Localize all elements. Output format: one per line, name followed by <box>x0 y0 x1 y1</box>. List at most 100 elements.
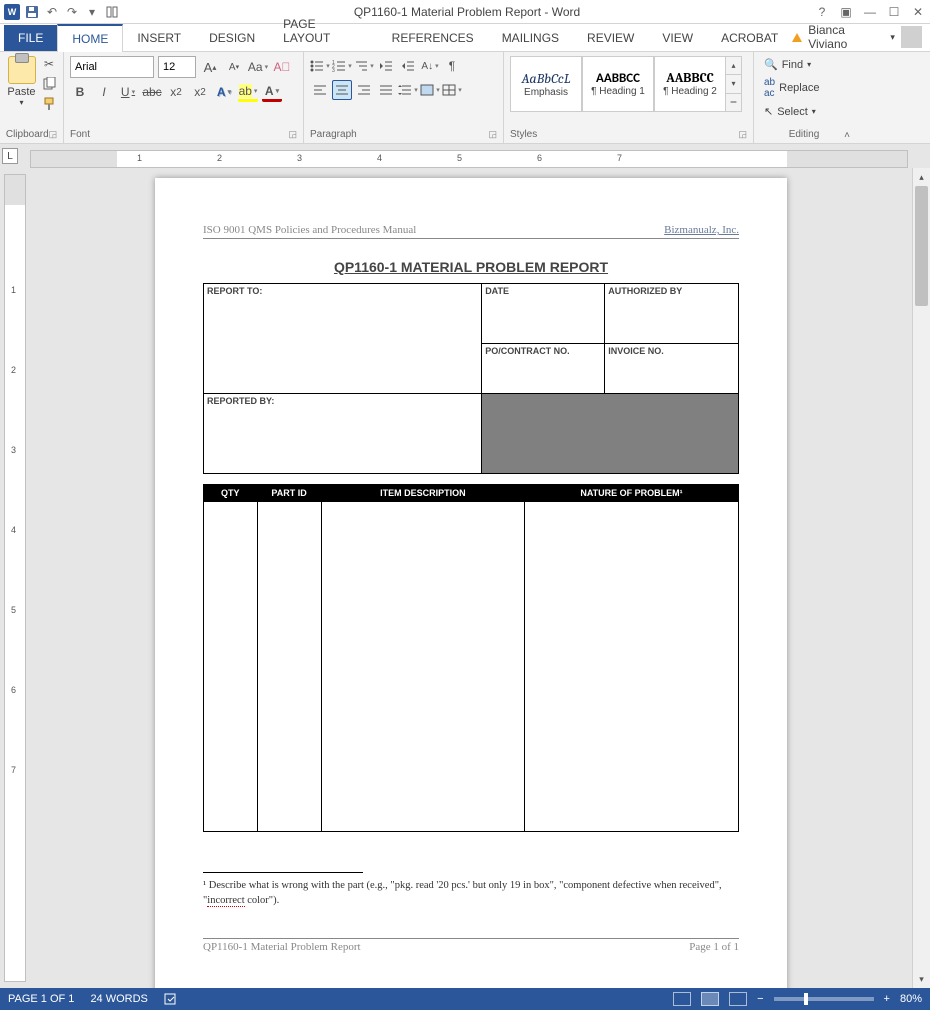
collapse-ribbon-icon[interactable]: ˄ <box>844 130 850 141</box>
style-emphasis[interactable]: AaBbCcL Emphasis <box>510 56 582 112</box>
style-heading1[interactable]: AABBCC ¶ Heading 1 <box>582 56 654 112</box>
bold-button[interactable]: B <box>70 82 90 102</box>
footnote: ¹ Describe what is wrong with the part (… <box>203 879 739 908</box>
horizontal-ruler[interactable]: 1 2 3 4 5 6 7 <box>30 150 908 168</box>
shaded-cell <box>482 394 739 474</box>
view-print-icon[interactable] <box>701 992 719 1006</box>
replace-button[interactable]: abacReplace <box>760 75 848 101</box>
status-words[interactable]: 24 WORDS <box>90 993 147 1005</box>
tab-selector[interactable]: L <box>2 148 18 164</box>
vertical-scrollbar[interactable]: ▴ ▾ <box>912 168 930 988</box>
grow-font-icon[interactable]: A▴ <box>200 57 220 77</box>
subscript-button[interactable]: x2 <box>166 82 186 102</box>
list-table: QTY PART ID ITEM DESCRIPTION NATURE OF P… <box>203 484 739 832</box>
help-icon[interactable]: ? <box>814 4 830 20</box>
group-editing: 🔍Find▾ abacReplace ↖Select▾ Editing ˄ <box>754 52 854 143</box>
tab-file[interactable]: FILE <box>4 25 57 51</box>
ribbon-display-icon[interactable]: ▣ <box>838 4 854 20</box>
tab-review[interactable]: REVIEW <box>573 25 648 51</box>
tab-design[interactable]: DESIGN <box>195 25 269 51</box>
tab-mailings[interactable]: MAILINGS <box>488 25 573 51</box>
scroll-up-icon[interactable]: ▴ <box>913 168 930 186</box>
tab-home[interactable]: HOME <box>57 24 123 52</box>
styles-gallery-arrows[interactable]: ▴▾＝ <box>726 56 742 112</box>
page[interactable]: ISO 9001 QMS Policies and Procedures Man… <box>155 178 787 988</box>
indent-decrease-icon[interactable] <box>376 56 396 76</box>
proofing-icon[interactable] <box>164 992 180 1006</box>
paragraph-dialog-icon[interactable]: ◲ <box>488 129 497 140</box>
tab-references[interactable]: REFERENCES <box>378 25 488 51</box>
indent-increase-icon[interactable] <box>398 56 418 76</box>
group-paragraph: 123 A↓ ¶ Paragraph◲ <box>304 52 504 143</box>
word-app-icon: W <box>4 4 20 20</box>
vertical-ruler[interactable]: 1 2 3 4 5 6 7 <box>4 174 26 982</box>
sort-icon[interactable]: A↓ <box>420 56 440 76</box>
zoom-out-icon[interactable]: − <box>757 993 763 1005</box>
numbering-icon[interactable]: 123 <box>332 56 352 76</box>
show-marks-icon[interactable]: ¶ <box>442 56 462 76</box>
align-center-icon[interactable] <box>332 80 352 100</box>
tab-insert[interactable]: INSERT <box>123 25 195 51</box>
minimize-icon[interactable]: — <box>862 4 878 20</box>
find-button[interactable]: 🔍Find▾ <box>760 56 848 73</box>
superscript-button[interactable]: x2 <box>190 82 210 102</box>
align-left-icon[interactable] <box>310 80 330 100</box>
tab-view[interactable]: VIEW <box>648 25 707 51</box>
style-heading2[interactable]: AABBCC ¶ Heading 2 <box>654 56 726 112</box>
font-label: Font <box>70 129 90 140</box>
multilevel-icon[interactable] <box>354 56 374 76</box>
maximize-icon[interactable]: ☐ <box>886 4 902 20</box>
view-read-icon[interactable] <box>673 992 691 1006</box>
scroll-down-icon[interactable]: ▾ <box>913 970 930 988</box>
zoom-in-icon[interactable]: + <box>884 993 890 1005</box>
user-name[interactable]: Bianca Viviano <box>808 23 884 51</box>
user-avatar[interactable] <box>901 26 922 48</box>
undo-icon[interactable]: ↶ <box>44 4 60 20</box>
change-case-icon[interactable]: Aa <box>248 57 268 77</box>
underline-button[interactable]: U <box>118 82 138 102</box>
footer-left: QP1160-1 Material Problem Report <box>203 941 361 953</box>
paste-icon <box>8 56 36 84</box>
select-button[interactable]: ↖Select▾ <box>760 103 848 120</box>
scroll-thumb[interactable] <box>915 186 928 306</box>
close-icon[interactable]: ✕ <box>910 4 926 20</box>
footer-right: Page 1 of 1 <box>689 941 739 953</box>
touch-mode-icon[interactable] <box>104 4 120 20</box>
line-spacing-icon[interactable] <box>398 80 418 100</box>
shrink-font-icon[interactable]: A▾ <box>224 57 244 77</box>
group-styles: AaBbCcL Emphasis AABBCC ¶ Heading 1 AABB… <box>504 52 754 143</box>
redo-icon[interactable]: ↷ <box>64 4 80 20</box>
tab-pagelayout[interactable]: PAGE LAYOUT <box>269 11 378 51</box>
document-canvas[interactable]: ISO 9001 QMS Policies and Procedures Man… <box>30 168 912 988</box>
clipboard-label: Clipboard <box>6 129 49 140</box>
status-page[interactable]: PAGE 1 OF 1 <box>8 993 74 1005</box>
align-right-icon[interactable] <box>354 80 374 100</box>
highlight-icon[interactable]: ab <box>238 82 258 102</box>
align-justify-icon[interactable] <box>376 80 396 100</box>
format-painter-icon[interactable] <box>41 96 57 112</box>
font-name-select[interactable] <box>70 56 154 78</box>
font-size-select[interactable] <box>158 56 196 78</box>
italic-button[interactable]: I <box>94 82 114 102</box>
cut-icon[interactable]: ✂ <box>41 56 57 72</box>
zoom-level[interactable]: 80% <box>900 993 922 1005</box>
shading-icon[interactable] <box>420 80 440 100</box>
col-desc: ITEM DESCRIPTION <box>321 485 524 502</box>
copy-icon[interactable] <box>41 76 57 92</box>
zoom-slider[interactable] <box>774 997 874 1001</box>
bullets-icon[interactable] <box>310 56 330 76</box>
tab-acrobat[interactable]: ACROBAT <box>707 25 792 51</box>
clear-format-icon[interactable]: A⃠ <box>272 57 292 77</box>
save-icon[interactable] <box>24 4 40 20</box>
text-effects-icon[interactable]: A <box>214 82 234 102</box>
clipboard-dialog-icon[interactable]: ◲ <box>49 129 58 140</box>
field-reported-by: REPORTED BY: <box>207 396 274 406</box>
font-color-icon[interactable]: A <box>262 82 282 102</box>
styles-dialog-icon[interactable]: ◲ <box>738 129 747 140</box>
font-dialog-icon[interactable]: ◲ <box>288 129 297 140</box>
borders-icon[interactable] <box>442 80 462 100</box>
strike-button[interactable]: abc <box>142 82 162 102</box>
view-web-icon[interactable] <box>729 992 747 1006</box>
quick-access-icon[interactable]: ▾ <box>84 4 100 20</box>
paste-button[interactable]: Paste ▾ <box>6 56 37 107</box>
